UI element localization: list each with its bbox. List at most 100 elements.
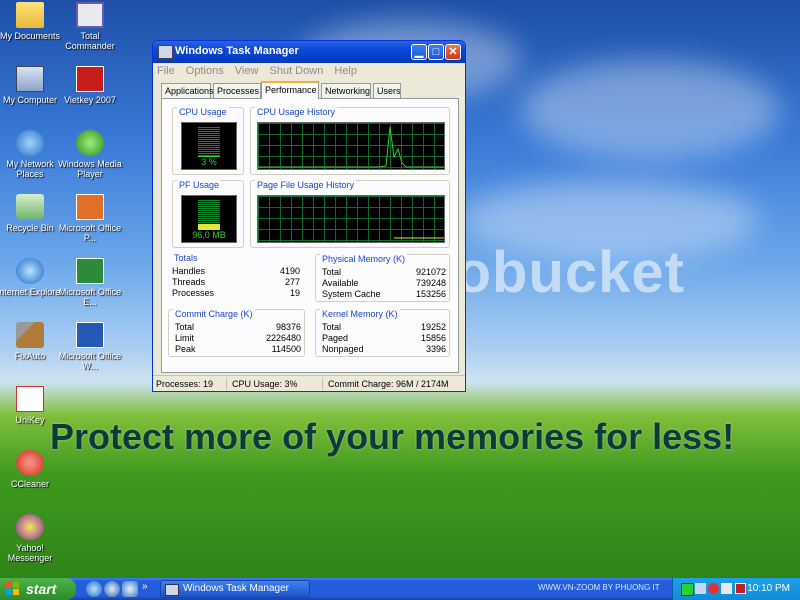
taskbar-button-label: Windows Task Manager	[183, 583, 289, 594]
row-value: 98376	[275, 322, 301, 332]
menu-shut-down[interactable]: Shut Down	[270, 65, 324, 77]
security-tray-icon[interactable]	[708, 583, 719, 594]
totals-rows: Handles 4190 Threads 277 Processes 19	[172, 266, 300, 299]
folder-icon	[16, 2, 44, 28]
wallpaper-banner: Protect more of your memories for less!	[50, 416, 735, 457]
desktop-icon-total-commander[interactable]: Total Commander	[56, 2, 124, 51]
maximize-button[interactable]: □	[428, 44, 444, 60]
desktop-icon-fixauto[interactable]: FixAuto	[0, 322, 64, 361]
unikey-tray-icon[interactable]	[735, 583, 746, 594]
quicklaunch-overflow-chevron[interactable]: »	[142, 581, 148, 592]
kernel-row-total: Total 19252	[322, 322, 446, 333]
kernel-memory-rows: Total 19252 Paged 15856 Nonpaged 3396	[322, 322, 446, 355]
yahoo-messenger-icon	[16, 514, 44, 540]
pf-history-line	[394, 237, 444, 239]
taskbar-clock[interactable]: 10:10 PM	[747, 583, 790, 594]
start-button[interactable]: start	[0, 578, 76, 600]
desktop-icon-my-network-places[interactable]: My Network Places	[0, 130, 64, 179]
unikey-icon	[16, 386, 44, 412]
taskbar-button-task-manager[interactable]: Windows Task Manager	[160, 580, 310, 598]
row-value: 114500	[271, 344, 301, 354]
totals-row-handles: Handles 4190	[172, 266, 300, 277]
start-label: start	[26, 581, 57, 597]
maximize-icon: □	[432, 46, 440, 58]
quicklaunch-show-desktop-icon[interactable]	[122, 581, 138, 597]
desktop-icon-office-excel[interactable]: Microsoft Office E...	[56, 258, 124, 307]
row-label: System Cache	[322, 289, 381, 299]
icon-label: Microsoft Office W...	[58, 351, 122, 371]
desktop-icon-vietkey[interactable]: Vietkey 2007	[56, 66, 124, 105]
row-label: Handles	[172, 266, 206, 276]
menu-options[interactable]: Options	[186, 65, 224, 77]
desktop-icon-windows-media-player[interactable]: Windows Media Player	[56, 130, 124, 179]
pf-usage-group: PF Usage 96.0 MB	[172, 180, 244, 248]
menu-file[interactable]: File	[157, 65, 175, 77]
cpu-history-line	[258, 126, 444, 168]
row-label: Threads	[172, 277, 206, 287]
row-label: Total	[322, 322, 342, 332]
quicklaunch-browser-icon[interactable]	[104, 581, 120, 597]
physical-row-available: Available 739248	[322, 278, 446, 289]
minimize-button[interactable]: ▁	[411, 44, 427, 60]
row-label: Total	[322, 267, 342, 277]
row-value: 3396	[425, 344, 446, 354]
taskbar: start » Windows Task Manager WWW.VN-ZOOM…	[0, 578, 800, 600]
quicklaunch-internet-explorer-icon[interactable]	[86, 581, 102, 597]
menu-view[interactable]: View	[235, 65, 259, 77]
desktop-icon-my-computer[interactable]: My Computer	[0, 66, 64, 105]
row-label: Paged	[322, 333, 349, 343]
kernel-memory-group: Kernel Memory (K) Total 19252 Paged 15856 …	[315, 309, 450, 357]
desktop-icon-ccleaner[interactable]: CCleaner	[0, 450, 64, 489]
tab-networking[interactable]: Networking	[321, 83, 371, 98]
menu-help[interactable]: Help	[334, 65, 357, 77]
status-commit-charge: Commit Charge: 96M / 2174M	[328, 379, 449, 389]
kernel-memory-title: Kernel Memory (K)	[320, 309, 400, 319]
cloud	[520, 60, 780, 160]
pf-usage-value: 96.0 MB	[192, 230, 226, 240]
commit-charge-group: Commit Charge (K) Total 98376 Limit 222648…	[168, 309, 305, 357]
network-tray-icon[interactable]	[695, 583, 706, 594]
desktop-icon-unikey[interactable]: UniKey	[0, 386, 64, 425]
window-title: Windows Task Manager	[175, 45, 299, 57]
cpu-usage-meter: 3 %	[181, 122, 237, 170]
tab-performance[interactable]: Performance	[261, 81, 319, 99]
desktop-icon-office-powerpoint[interactable]: Microsoft Office P...	[56, 194, 124, 243]
task-manager-window[interactable]: Windows Task Manager ▁ □ ✕ File Options …	[152, 40, 466, 392]
close-button[interactable]: ✕	[445, 44, 461, 60]
desktop-icon-yahoo-messenger[interactable]: Yahoo! Messenger	[0, 514, 64, 563]
status-cpu-usage: CPU Usage: 3%	[229, 378, 323, 390]
icon-label: Total Commander	[65, 31, 115, 51]
icon-label: FixAuto	[14, 351, 46, 361]
icon-label: My Network Places	[6, 159, 54, 179]
row-value: 921072	[415, 267, 446, 277]
icon-label: Vietkey 2007	[64, 95, 116, 105]
kernel-row-nonpaged: Nonpaged 3396	[322, 344, 446, 355]
task-manager-icon	[158, 45, 173, 59]
row-label: Peak	[175, 344, 196, 354]
close-icon: ✕	[448, 46, 458, 58]
task-manager-icon	[165, 584, 179, 596]
totals-row-threads: Threads 277	[172, 277, 300, 288]
tab-processes[interactable]: Processes	[213, 83, 261, 98]
icon-label: CCleaner	[10, 479, 50, 489]
row-value: 153256	[415, 289, 446, 299]
cpu-usage-group: CPU Usage 3 %	[172, 107, 244, 175]
desktop-icon-my-documents[interactable]: My Documents	[0, 2, 64, 41]
volume-tray-icon[interactable]	[721, 583, 732, 594]
physical-row-system-cache: System Cache 153256	[322, 289, 446, 300]
performance-panel: CPU Usage 3 % CPU Usage History PF Usage…	[161, 98, 459, 373]
icon-label: Microsoft Office P...	[58, 223, 122, 243]
physical-memory-group: Physical Memory (K) Total 921072 Availabl…	[315, 254, 450, 302]
commit-charge-rows: Total 98376 Limit 2226480 Peak 114500	[175, 322, 301, 355]
vietkey-icon	[76, 66, 104, 92]
totals-group: Totals Handles 4190 Threads 277 Processes 1…	[172, 253, 305, 299]
desktop-icon-internet-explorer[interactable]: Internet Explorer	[0, 258, 64, 297]
row-value: 739248	[415, 278, 446, 288]
title-bar[interactable]: Windows Task Manager ▁ □ ✕	[153, 41, 465, 63]
task-manager-tray-icon[interactable]	[681, 583, 694, 596]
tab-applications[interactable]: Applications	[161, 83, 214, 98]
row-label: Nonpaged	[322, 344, 364, 354]
desktop-icon-office-word[interactable]: Microsoft Office W...	[56, 322, 124, 371]
desktop-icon-recycle-bin[interactable]: Recycle Bin	[0, 194, 64, 233]
tab-users[interactable]: Users	[373, 83, 401, 98]
